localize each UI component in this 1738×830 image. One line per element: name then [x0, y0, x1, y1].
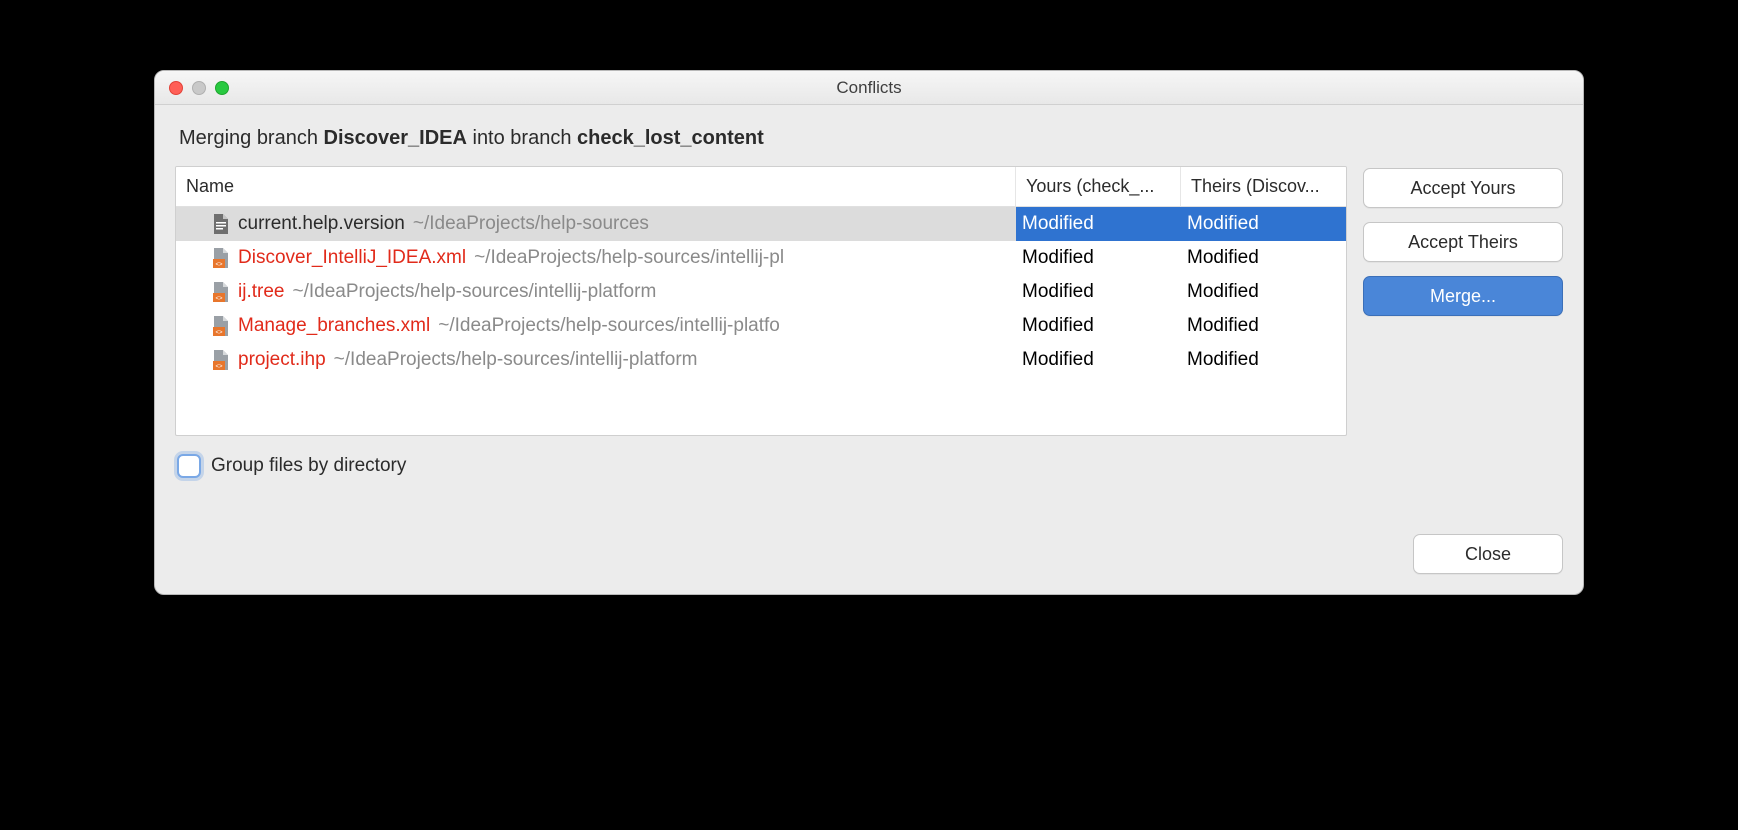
group-by-directory-label: Group files by directory: [211, 455, 406, 477]
cell-yours: Modified: [1016, 343, 1181, 377]
cell-yours: Modified: [1016, 309, 1181, 343]
cell-yours: Modified: [1016, 241, 1181, 275]
filename: project.ihp: [238, 349, 326, 371]
heading-middle: into branch: [467, 127, 577, 149]
cell-yours: Modified: [1016, 207, 1181, 241]
source-branch: Discover_IDEA: [324, 127, 467, 149]
merge-button[interactable]: Merge...: [1363, 276, 1563, 316]
column-name[interactable]: Name: [176, 167, 1016, 206]
cell-theirs: Modified: [1181, 309, 1346, 343]
heading-prefix: Merging branch: [179, 127, 324, 149]
minimize-window-icon: [192, 81, 206, 95]
cell-theirs: Modified: [1181, 241, 1346, 275]
cell-yours: Modified: [1016, 275, 1181, 309]
svg-text:<>: <>: [215, 296, 223, 302]
action-sidebar: Accept Yours Accept Theirs Merge...: [1363, 166, 1563, 436]
window-controls: [155, 81, 229, 95]
text-file-icon: [212, 213, 230, 235]
target-branch: check_lost_content: [577, 127, 764, 149]
xml-file-icon: <>: [212, 281, 230, 303]
filename: current.help.version: [238, 213, 405, 235]
cell-theirs: Modified: [1181, 275, 1346, 309]
table-row[interactable]: current.help.version ~/IdeaProjects/help-…: [176, 207, 1346, 241]
merge-heading: Merging branch Discover_IDEA into branch…: [179, 127, 1563, 150]
cell-name: <> ij.tree ~/IdeaProjects/help-sources/in…: [176, 275, 1016, 309]
svg-text:<>: <>: [215, 330, 223, 336]
xml-file-icon: <>: [212, 247, 230, 269]
filepath: ~/IdeaProjects/help-sources/intellij-pl: [474, 247, 784, 269]
cell-theirs: Modified: [1181, 207, 1346, 241]
cell-name: <> project.ihp ~/IdeaProjects/help-source…: [176, 343, 1016, 377]
filename: ij.tree: [238, 281, 284, 303]
conflicts-dialog: Conflicts Merging branch Discover_IDEA i…: [154, 70, 1584, 595]
column-theirs[interactable]: Theirs (Discov...: [1181, 167, 1346, 206]
accept-yours-button[interactable]: Accept Yours: [1363, 168, 1563, 208]
accept-theirs-button[interactable]: Accept Theirs: [1363, 222, 1563, 262]
conflicts-table: Name Yours (check_... Theirs (Discov... …: [175, 166, 1347, 436]
filepath: ~/IdeaProjects/help-sources: [413, 213, 649, 235]
filename: Discover_IntelliJ_IDEA.xml: [238, 247, 466, 269]
cell-name: <> Discover_IntelliJ_IDEA.xml ~/IdeaProje…: [176, 241, 1016, 275]
cell-name: <> Manage_branches.xml ~/IdeaProjects/hel…: [176, 309, 1016, 343]
titlebar: Conflicts: [155, 71, 1583, 105]
svg-text:<>: <>: [215, 262, 223, 268]
group-by-directory-checkbox[interactable]: [177, 454, 201, 478]
xml-file-icon: <>: [212, 349, 230, 371]
table-row[interactable]: <> Manage_branches.xml ~/IdeaProjects/hel…: [176, 309, 1346, 343]
window-title: Conflicts: [155, 78, 1583, 98]
table-row[interactable]: <> project.ihp ~/IdeaProjects/help-source…: [176, 343, 1346, 377]
cell-name: current.help.version ~/IdeaProjects/help-…: [176, 207, 1016, 241]
filepath: ~/IdeaProjects/help-sources/intellij-pla…: [438, 315, 780, 337]
filepath: ~/IdeaProjects/help-sources/intellij-pla…: [334, 349, 698, 371]
close-window-icon[interactable]: [169, 81, 183, 95]
close-button[interactable]: Close: [1413, 534, 1563, 574]
cell-theirs: Modified: [1181, 343, 1346, 377]
table-header: Name Yours (check_... Theirs (Discov...: [176, 167, 1346, 207]
filename: Manage_branches.xml: [238, 315, 430, 337]
filepath: ~/IdeaProjects/help-sources/intellij-pla…: [292, 281, 656, 303]
svg-text:<>: <>: [215, 364, 223, 370]
column-yours[interactable]: Yours (check_...: [1016, 167, 1181, 206]
zoom-window-icon[interactable]: [215, 81, 229, 95]
table-row[interactable]: <> Discover_IntelliJ_IDEA.xml ~/IdeaProje…: [176, 241, 1346, 275]
xml-file-icon: <>: [212, 315, 230, 337]
table-row[interactable]: <> ij.tree ~/IdeaProjects/help-sources/in…: [176, 275, 1346, 309]
